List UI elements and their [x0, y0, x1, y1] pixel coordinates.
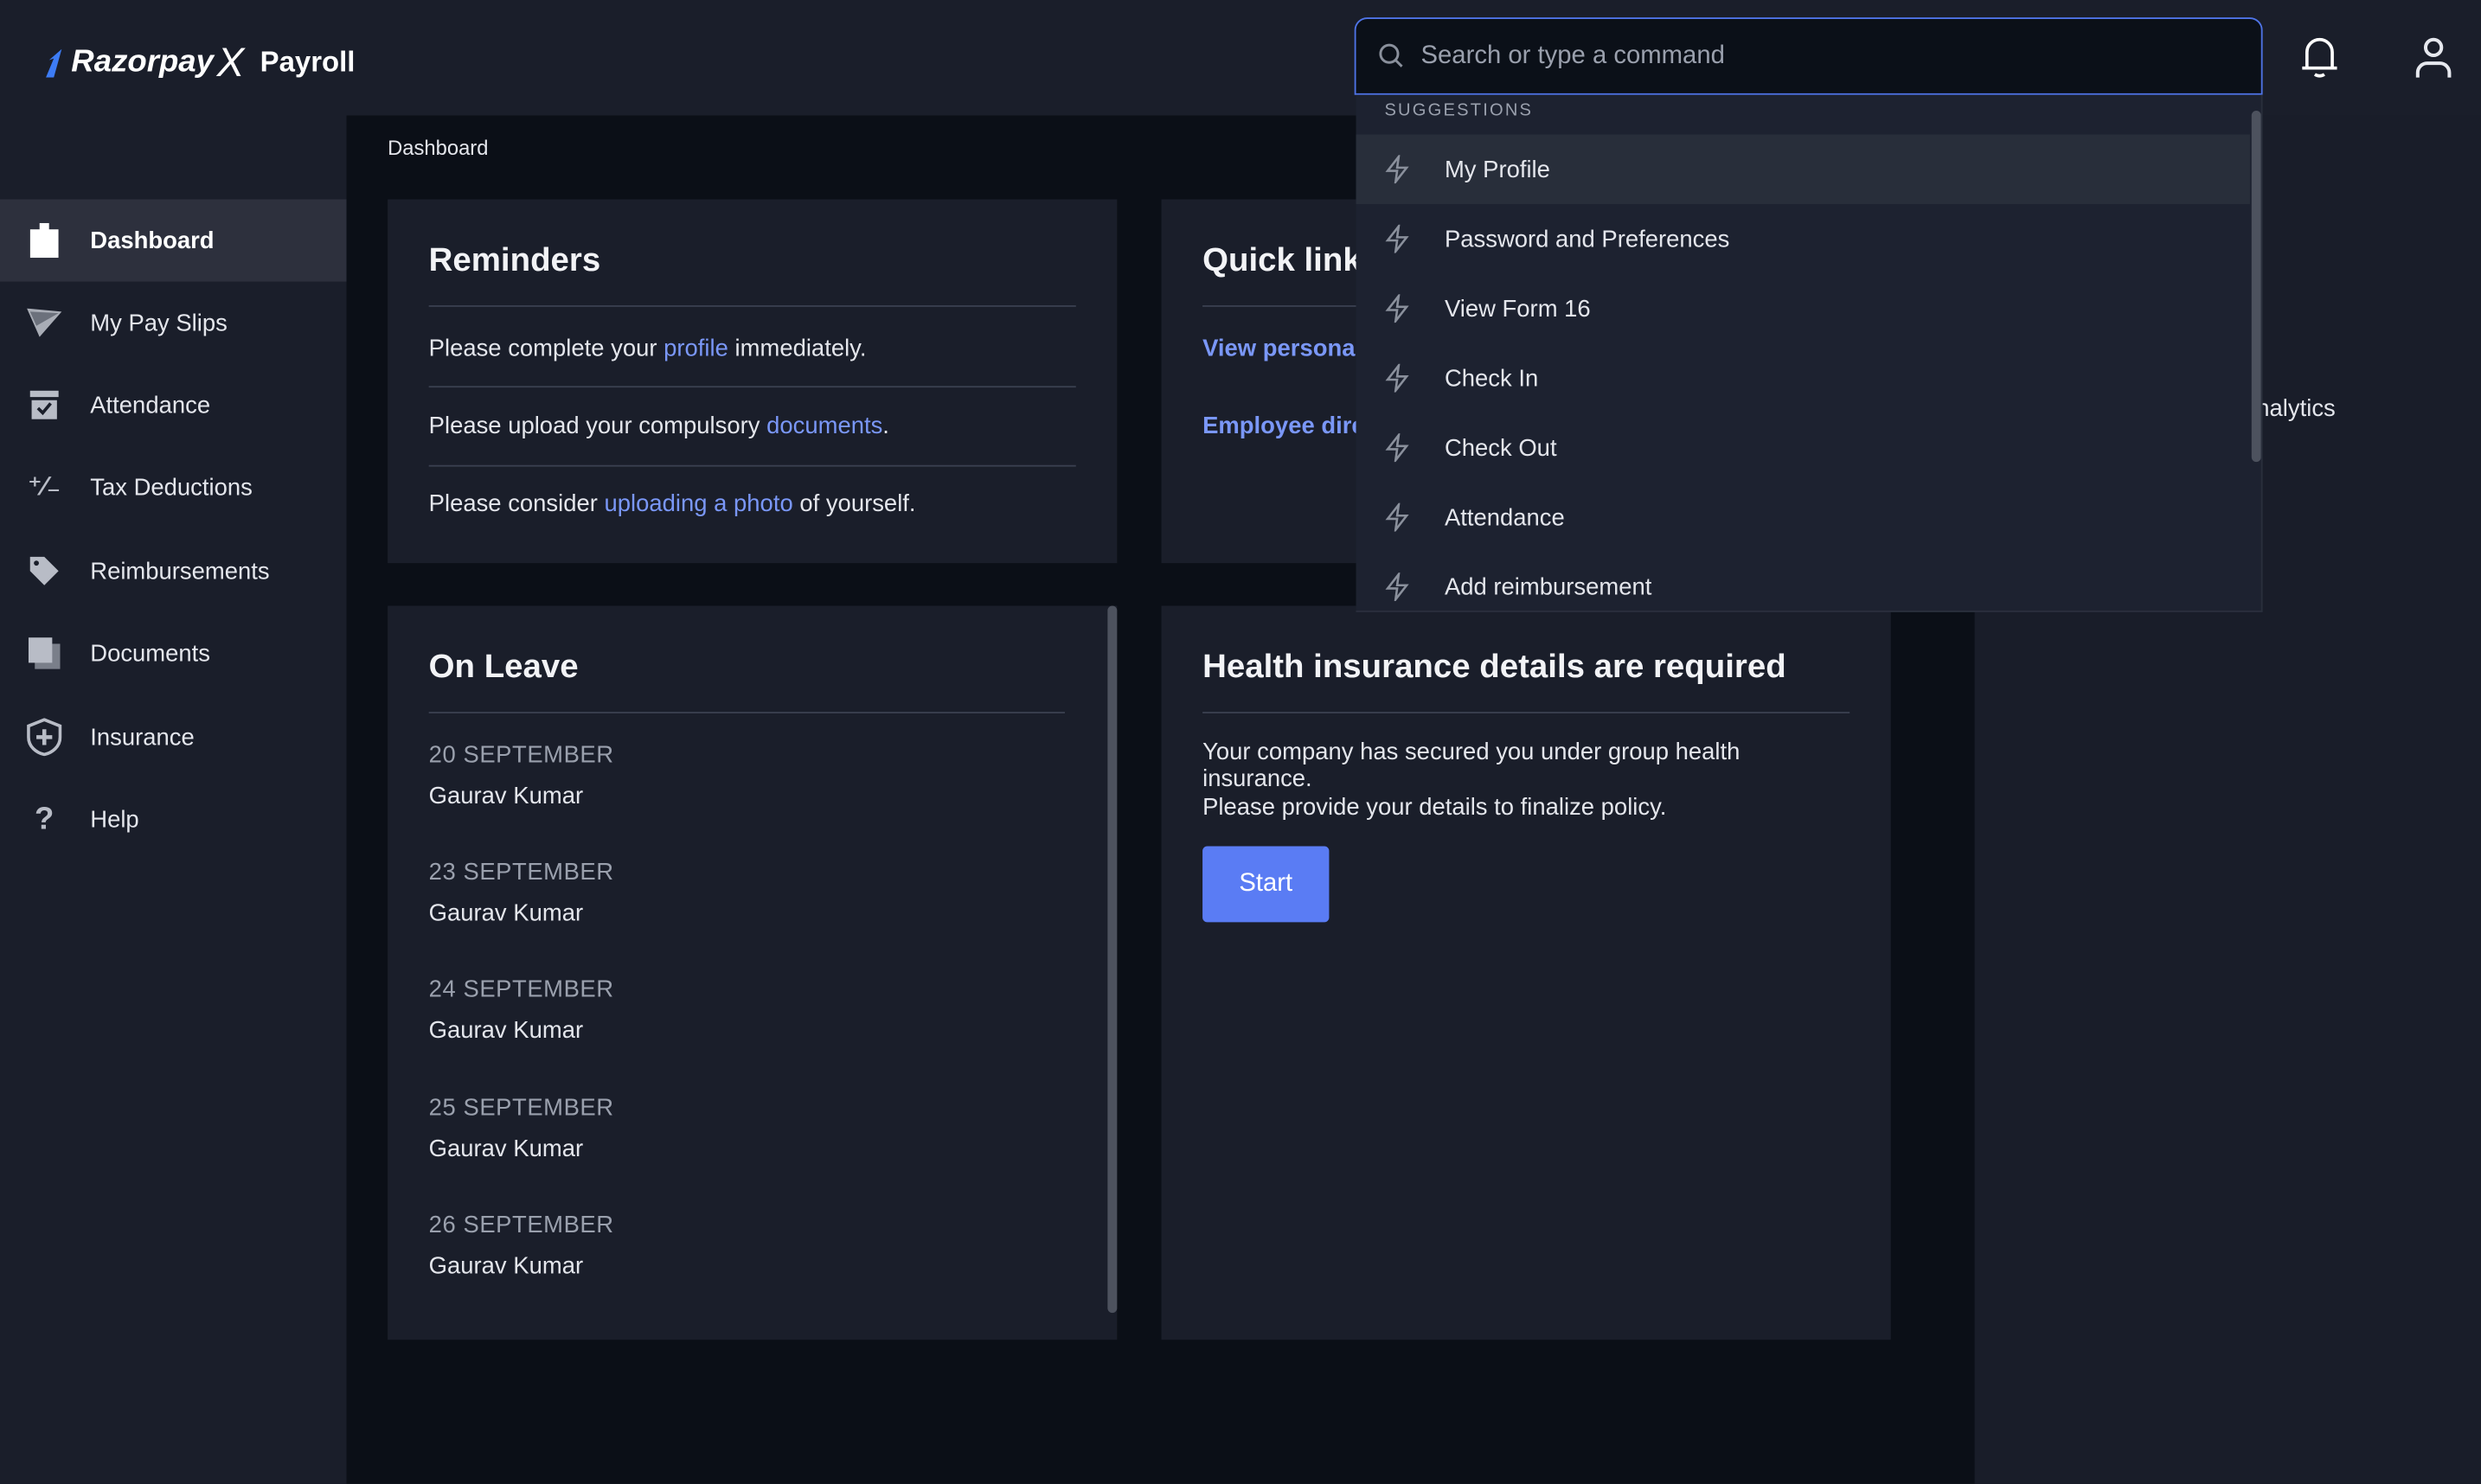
search-input[interactable]	[1420, 42, 2181, 71]
leave-date: 24 SEPTEMBER	[428, 975, 614, 1003]
divider	[428, 386, 1076, 388]
sidebar-item-label: Documents	[90, 639, 211, 667]
suggestions-dropdown: SUGGESTIONS My Profile Password and Prefe…	[1356, 94, 2263, 612]
tag-icon	[27, 555, 61, 587]
clipboard-icon	[27, 222, 61, 259]
sidebar: Dashboard My Pay Slips Attendance ⁺∕₋ Ta…	[0, 115, 347, 1484]
leave-employee-name: Gaurav Kumar	[428, 1017, 584, 1045]
calendar-check-icon	[27, 389, 61, 421]
sidebar-item-help[interactable]: ? Help	[0, 778, 347, 860]
sidebar-item-label: Insurance	[90, 723, 195, 751]
documents-link[interactable]: documents	[766, 413, 882, 439]
health-instruction: Please provide your details to finalize …	[1202, 794, 1667, 822]
leave-employee-name: Gaurav Kumar	[428, 899, 584, 927]
leave-date: 25 SEPTEMBER	[428, 1094, 614, 1122]
search-icon	[1379, 43, 1403, 67]
card-title: Quick links	[1202, 241, 1381, 278]
reminder-item: Please consider uploading a photo of you…	[428, 490, 916, 518]
upload-photo-link[interactable]: uploading a photo	[605, 490, 793, 517]
card-title: On Leave	[428, 648, 579, 685]
bell-icon[interactable]	[2298, 33, 2342, 88]
breadcrumb: Dashboard	[388, 136, 489, 160]
card-title: Health insurance details are required	[1202, 648, 1786, 685]
documents-icon	[27, 637, 61, 669]
suggestion-item[interactable]: Add reimbursement	[1356, 552, 2250, 611]
sidebar-item-label: Tax Deductions	[90, 473, 253, 501]
suggestion-label: Check Out	[1444, 434, 1557, 462]
command-search[interactable]	[1354, 17, 2263, 95]
reminders-card: Reminders Please complete your profile i…	[388, 199, 1118, 564]
suggestion-item[interactable]: My Profile	[1356, 134, 2250, 204]
divider	[428, 305, 1076, 307]
lightning-icon	[1384, 363, 1409, 393]
on-leave-card: On Leave 20 SEPTEMBER Gaurav Kumar 23 SE…	[388, 605, 1118, 1340]
profile-link[interactable]: profile	[664, 336, 728, 362]
suggestion-item[interactable]: Check Out	[1356, 413, 2250, 482]
suggestion-item[interactable]: Check In	[1356, 343, 2250, 413]
dropdown-scrollbar[interactable]	[2251, 111, 2261, 463]
sidebar-item-label: Reimbursements	[90, 557, 270, 585]
sidebar-item-dashboard[interactable]: Dashboard	[0, 199, 347, 282]
suggestion-item[interactable]: View Form 16	[1356, 273, 2250, 342]
divider	[1202, 712, 1850, 713]
suggestion-label: My Profile	[1444, 156, 1550, 183]
reminder-item: Please upload your compulsory documents.	[428, 413, 889, 440]
sidebar-item-label: Attendance	[90, 391, 211, 419]
sidebar-item-label: Help	[90, 805, 139, 834]
sidebar-item-tax-deductions[interactable]: ⁺∕₋ Tax Deductions	[0, 446, 347, 528]
lightning-icon	[1384, 572, 1409, 602]
lightning-icon	[1384, 224, 1409, 253]
leave-date: 23 SEPTEMBER	[428, 859, 614, 886]
sidebar-item-insurance[interactable]: Insurance	[0, 696, 347, 778]
logo-brand: Razorpay	[71, 44, 214, 80]
leave-date: 26 SEPTEMBER	[428, 1212, 614, 1239]
sidebar-item-label: Dashboard	[90, 227, 215, 254]
lightning-icon	[1384, 294, 1409, 323]
divider	[428, 464, 1076, 467]
lightning-icon	[1384, 155, 1409, 184]
lightning-icon	[1384, 433, 1409, 463]
suggestion-label: Attendance	[1444, 503, 1565, 531]
suggestions-heading: SUGGESTIONS	[1384, 101, 1534, 121]
suggestion-item[interactable]: Attendance	[1356, 483, 2250, 552]
suggestion-label: View Form 16	[1444, 295, 1591, 323]
logo-x: X	[216, 37, 245, 86]
lightning-icon	[1384, 502, 1409, 532]
question-icon: ?	[35, 801, 54, 836]
leave-employee-name: Gaurav Kumar	[428, 783, 584, 810]
user-icon[interactable]	[2413, 33, 2454, 88]
razorpay-mark-icon	[46, 48, 62, 77]
sidebar-item-reimbursements[interactable]: Reimbursements	[0, 530, 347, 612]
suggestion-label: Password and Preferences	[1444, 225, 1730, 253]
suggestion-item[interactable]: Password and Preferences	[1356, 204, 2250, 273]
divider	[428, 712, 1065, 713]
suggestion-label: Check In	[1444, 364, 1539, 392]
paper-plane-icon	[27, 308, 62, 337]
leave-employee-name: Gaurav Kumar	[428, 1252, 584, 1280]
start-button[interactable]: Start	[1202, 846, 1330, 923]
percent-icon: ⁺∕₋	[28, 471, 61, 502]
sidebar-item-attendance[interactable]: Attendance	[0, 364, 347, 446]
suggestion-label: Add reimbursement	[1444, 573, 1652, 601]
shield-plus-icon	[27, 718, 62, 757]
leave-date: 20 SEPTEMBER	[428, 741, 614, 769]
leave-employee-name: Gaurav Kumar	[428, 1135, 584, 1163]
sidebar-item-documents[interactable]: Documents	[0, 612, 347, 694]
sidebar-item-label: My Pay Slips	[90, 309, 228, 336]
health-description: Your company has secured you under group…	[1202, 739, 1741, 793]
health-insurance-card: Health insurance details are required Yo…	[1161, 605, 1891, 1340]
scrollbar[interactable]	[1107, 605, 1118, 1314]
razorpayx-payroll-logo[interactable]: Razorpay X Payroll	[42, 38, 355, 87]
logo-product: Payroll	[260, 46, 356, 78]
reminder-item: Please complete your profile immediately…	[428, 335, 867, 362]
card-title: Reminders	[428, 241, 601, 278]
sidebar-item-my-pay-slips[interactable]: My Pay Slips	[0, 282, 347, 364]
